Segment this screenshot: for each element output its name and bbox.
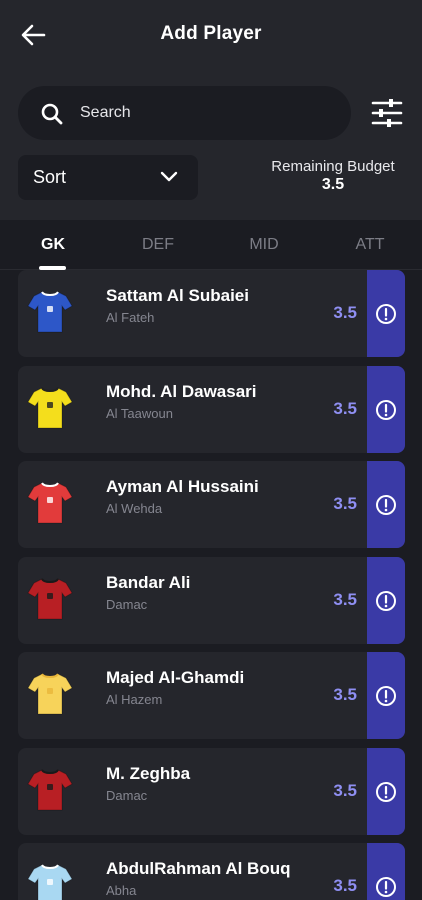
player-price: 3.5 [333,590,357,609]
player-row[interactable]: Ayman Al Hussaini Al Wehda 3.5 [18,461,405,548]
jersey-icon [27,482,73,524]
player-row[interactable]: M. Zeghba Damac 3.5 [18,748,405,835]
controls-panel: Sort Remaining Budget 3.5 [0,68,422,220]
tab-att[interactable]: ATT [335,220,405,270]
player-row[interactable]: Mohd. Al Dawasari Al Taawoun 3.5 [18,366,405,453]
player-row[interactable]: Bandar Ali Damac 3.5 [18,557,405,644]
player-name: M. Zeghba [106,764,191,783]
player-team: Damac [106,788,148,803]
player-name: Ayman Al Hussaini [106,477,259,496]
player-team: Al Fateh [106,310,155,325]
player-row[interactable]: Majed Al-Ghamdi Al Hazem 3.5 [18,652,405,739]
player-info-button[interactable] [367,270,405,357]
search-bar[interactable] [18,86,351,140]
player-price: 3.5 [333,303,357,322]
tab-gk[interactable]: GK [18,220,88,270]
jersey-icon [27,578,73,620]
player-price: 3.5 [333,781,357,800]
chevron-down-icon [160,171,178,182]
search-icon [41,103,63,125]
player-row[interactable]: Sattam Al Subaiei Al Fateh 3.5 [18,270,405,357]
info-circle-icon [376,590,396,611]
info-circle-icon [376,685,396,706]
sliders-icon [371,99,403,127]
filter-button[interactable] [371,98,403,128]
sort-dropdown[interactable]: Sort [18,155,198,200]
player-name: Sattam Al Subaiei [106,286,249,305]
player-info-button[interactable] [367,461,405,548]
page-title: Add Player [160,23,262,44]
search-input[interactable] [80,86,340,140]
info-circle-icon [376,781,396,802]
arrow-left-icon [21,24,46,46]
player-price: 3.5 [333,685,357,704]
jersey-icon [27,673,73,715]
jersey-icon [27,291,73,333]
player-price: 3.5 [333,876,357,895]
player-team: Al Hazem [106,692,163,707]
tab-def[interactable]: DEF [123,220,193,270]
player-price: 3.5 [333,494,357,513]
position-tabs: GK DEF MID ATT [0,220,422,270]
back-button[interactable] [18,20,48,50]
info-circle-icon [376,494,396,515]
budget-value: 3.5 [321,176,345,193]
player-team: Al Taawoun [106,406,173,421]
info-circle-icon [376,876,396,897]
player-info-button[interactable] [367,366,405,453]
player-name: Majed Al-Ghamdi [106,668,245,687]
player-name: AbdulRahman Al Bouq [106,859,291,878]
player-info-button[interactable] [367,652,405,739]
player-team: Abha [106,883,137,898]
player-team: Damac [106,597,148,612]
player-team: Al Wehda [106,501,163,516]
jersey-icon [27,387,73,429]
info-circle-icon [376,399,396,420]
info-circle-icon [376,303,396,324]
player-price: 3.5 [333,399,357,418]
player-info-button[interactable] [367,557,405,644]
player-name: Bandar Ali [106,573,191,592]
tab-mid[interactable]: MID [229,220,299,270]
remaining-budget: Remaining Budget 3.5 [258,158,408,194]
player-name: Mohd. Al Dawasari [106,382,257,401]
player-info-button[interactable] [367,843,405,900]
player-row[interactable]: AbdulRahman Al Bouq Abha 3.5 [18,843,405,900]
jersey-icon [27,769,73,811]
app-header: Add Player [0,0,422,68]
budget-label: Remaining Budget [271,158,395,175]
player-list[interactable]: Sattam Al Subaiei Al Fateh 3.5 Mohd. Al Daw… [0,270,422,900]
sort-label: Sort [33,167,67,187]
jersey-icon [27,864,73,900]
player-info-button[interactable] [367,748,405,835]
